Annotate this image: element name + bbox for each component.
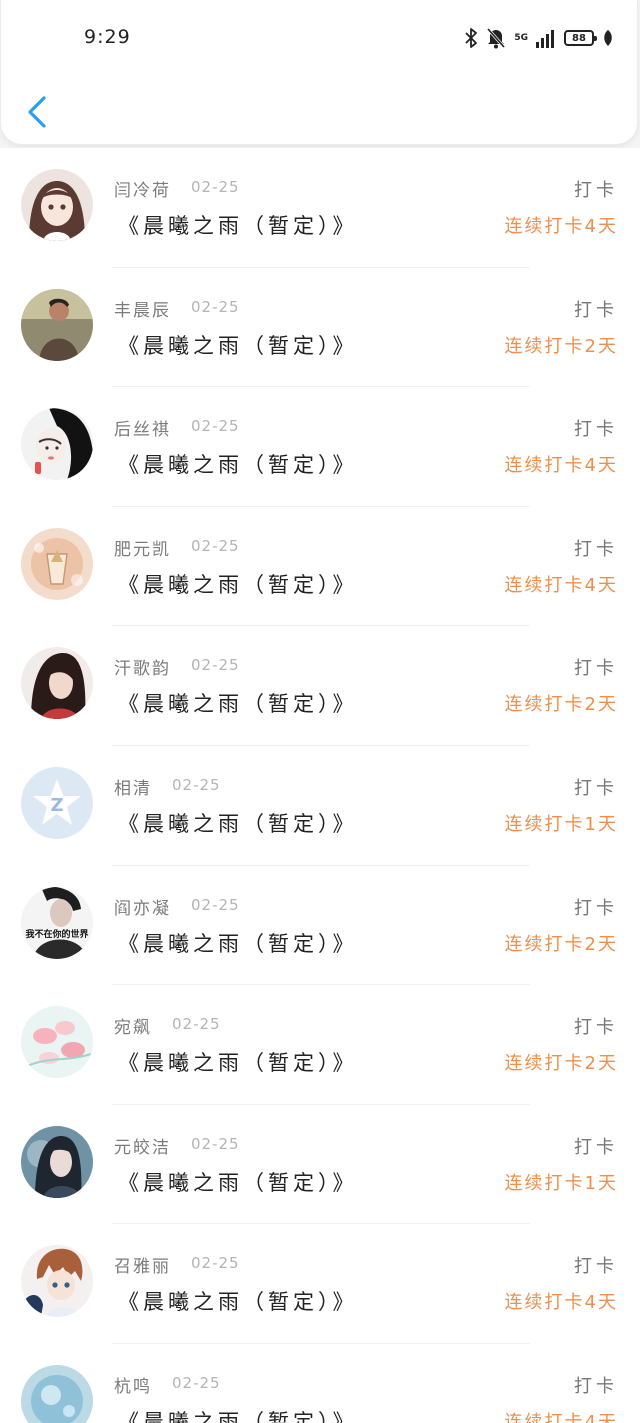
- svg-text:Z: Z: [50, 795, 63, 816]
- checkin-row[interactable]: 我不在你的世界 阎亦凝 02-25 《晨曦之雨（暂定）》 打卡 连续打卡2天: [0, 866, 640, 986]
- signal-icon: [536, 28, 556, 48]
- book-title[interactable]: 《晨曦之雨（暂定）》: [118, 1047, 358, 1077]
- user-name[interactable]: 相清: [114, 774, 152, 799]
- post-date: 02-25: [172, 1015, 221, 1034]
- avatar[interactable]: [21, 169, 93, 241]
- back-button[interactable]: [19, 90, 55, 134]
- user-name[interactable]: 肥元凯: [114, 535, 171, 560]
- avatar[interactable]: 我不在你的世界: [21, 886, 93, 959]
- user-name[interactable]: 杭鸣: [114, 1372, 152, 1397]
- user-name[interactable]: 元皎洁: [114, 1133, 171, 1158]
- checkin-row[interactable]: 后丝祺 02-25 《晨曦之雨（暂定）》 打卡 连续打卡4天: [0, 387, 640, 507]
- checkin-label: 打卡: [574, 1136, 618, 1158]
- checkin-label: 打卡: [574, 1017, 618, 1039]
- streak-label: 连续打卡2天: [504, 335, 618, 357]
- post-date: 02-25: [191, 417, 240, 436]
- checkin-label: 打卡: [574, 658, 618, 680]
- checkin-label: 打卡: [574, 419, 618, 441]
- avatar[interactable]: [21, 1364, 93, 1423]
- checkin-row[interactable]: Z 相清 02-25 《晨曦之雨（暂定）》 打卡 连续打卡1天: [0, 746, 640, 866]
- checkin-row[interactable]: 汗歌韵 02-25 《晨曦之雨（暂定）》 打卡 连续打卡2天: [0, 626, 640, 746]
- user-name[interactable]: 闫冷荷: [114, 176, 171, 201]
- streak-label: 连续打卡4天: [504, 216, 618, 237]
- streak-label: 连续打卡4天: [504, 455, 618, 477]
- book-title[interactable]: 《晨曦之雨（暂定）》: [118, 808, 358, 838]
- streak-label: 连续打卡4天: [504, 574, 618, 596]
- checkin-label: 打卡: [574, 299, 618, 321]
- chevron-left-icon: [28, 96, 46, 128]
- book-title[interactable]: 《晨曦之雨（暂定）》: [118, 330, 358, 360]
- book-title[interactable]: 《晨曦之雨（暂定）》: [118, 1286, 358, 1316]
- avatar[interactable]: [21, 408, 93, 481]
- post-date: 02-25: [191, 1254, 240, 1273]
- battery-level: 88: [572, 32, 586, 44]
- checkin-row[interactable]: 丰晨辰 02-25 《晨曦之雨（暂定）》 打卡 连续打卡2天: [0, 268, 640, 388]
- status-bar: 9:29 5G 88: [0, 0, 640, 80]
- book-title[interactable]: 《晨曦之雨（暂定）》: [118, 688, 358, 718]
- streak-label: 连续打卡4天: [504, 1411, 618, 1423]
- post-date: 02-25: [172, 775, 221, 794]
- streak-label: 连续打卡2天: [504, 1053, 618, 1075]
- checkin-label: 打卡: [574, 1375, 618, 1397]
- network-type: 5G: [514, 32, 528, 43]
- avatar[interactable]: [21, 527, 93, 600]
- mute-bell-icon: [486, 27, 506, 49]
- book-title[interactable]: 《晨曦之雨（暂定）》: [118, 569, 358, 599]
- post-date: 02-25: [191, 1134, 240, 1153]
- checkin-row[interactable]: 召雅丽 02-25 《晨曦之雨（暂定）》 打卡 连续打卡4天: [0, 1224, 640, 1344]
- streak-label: 连续打卡2天: [504, 694, 618, 716]
- network-label: 5G: [514, 32, 528, 43]
- checkin-label: 打卡: [574, 897, 618, 919]
- leaf-icon: [602, 29, 614, 47]
- checkin-list: 闫冷荷 02-25 《晨曦之雨（暂定）》 打卡 连续打卡4天 丰晨辰 02-25…: [0, 148, 640, 1423]
- book-title[interactable]: 《晨曦之雨（暂定）》: [118, 210, 358, 240]
- user-name[interactable]: 汗歌韵: [114, 654, 171, 679]
- streak-label: 连续打卡2天: [504, 933, 618, 955]
- streak-label: 连续打卡1天: [504, 1172, 618, 1194]
- avatar[interactable]: [21, 1245, 93, 1318]
- avatar-caption: 我不在你的世界: [25, 929, 89, 940]
- user-name[interactable]: 丰晨辰: [114, 296, 171, 321]
- post-date: 02-25: [191, 178, 240, 196]
- user-name[interactable]: 宛飙: [114, 1013, 152, 1038]
- post-date: 02-25: [172, 1373, 221, 1392]
- streak-label: 连续打卡1天: [504, 813, 618, 835]
- battery-icon: 88: [564, 30, 597, 46]
- status-time: 9:29: [84, 26, 131, 48]
- post-date: 02-25: [191, 536, 240, 555]
- checkin-label: 打卡: [574, 777, 618, 799]
- book-title[interactable]: 《晨曦之雨（暂定）》: [118, 449, 358, 479]
- user-name[interactable]: 后丝祺: [114, 415, 171, 440]
- avatar[interactable]: [21, 1006, 93, 1079]
- checkin-row[interactable]: 元皎洁 02-25 《晨曦之雨（暂定）》 打卡 连续打卡1天: [0, 1105, 640, 1225]
- avatar[interactable]: [21, 1125, 93, 1198]
- status-icons: 5G 88: [464, 24, 614, 52]
- checkin-row[interactable]: 宛飙 02-25 《晨曦之雨（暂定）》 打卡 连续打卡2天: [0, 985, 640, 1105]
- checkin-row[interactable]: 闫冷荷 02-25 《晨曦之雨（暂定）》 打卡 连续打卡4天: [0, 148, 640, 268]
- post-date: 02-25: [191, 297, 240, 316]
- avatar[interactable]: [21, 647, 93, 720]
- user-name[interactable]: 召雅丽: [114, 1252, 171, 1277]
- user-name[interactable]: 阎亦凝: [114, 894, 171, 919]
- checkin-row[interactable]: 肥元凯 02-25 《晨曦之雨（暂定）》 打卡 连续打卡4天: [0, 507, 640, 627]
- post-date: 02-25: [191, 895, 240, 914]
- checkin-row[interactable]: 杭鸣 02-25 《晨曦之雨（暂定）》 打卡 连续打卡4天: [0, 1344, 640, 1423]
- post-date: 02-25: [191, 656, 240, 675]
- book-title[interactable]: 《晨曦之雨（暂定）》: [118, 1167, 358, 1197]
- avatar[interactable]: Z: [21, 766, 93, 839]
- avatar[interactable]: [21, 288, 93, 361]
- bluetooth-icon: [464, 27, 478, 49]
- checkin-label: 打卡: [574, 180, 618, 201]
- checkin-label: 打卡: [574, 1256, 618, 1278]
- streak-label: 连续打卡4天: [504, 1292, 618, 1314]
- book-title[interactable]: 《晨曦之雨（暂定）》: [118, 1406, 358, 1423]
- checkin-label: 打卡: [574, 538, 618, 560]
- book-title[interactable]: 《晨曦之雨（暂定）》: [118, 928, 358, 958]
